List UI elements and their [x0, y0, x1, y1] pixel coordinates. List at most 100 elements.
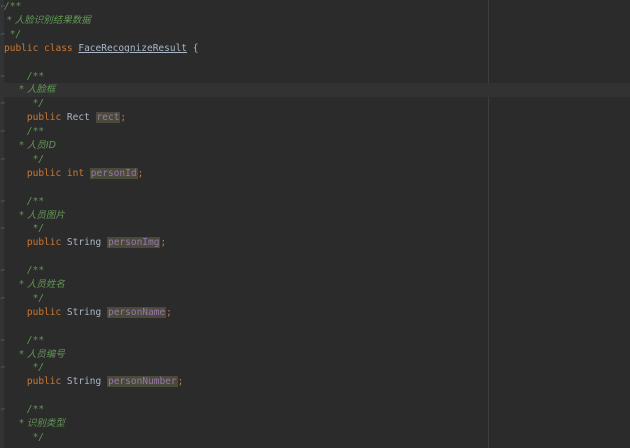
doc-comment: * 人员ID	[4, 140, 56, 151]
semicolon: ;	[160, 237, 167, 249]
code-line[interactable]: ⌐ */	[0, 292, 630, 306]
code-content: * 人脸识别结果数据	[4, 14, 91, 28]
doc-comment: /**	[4, 70, 45, 82]
type-name: String	[66, 306, 107, 318]
code-line[interactable]: ⌐ */	[0, 222, 630, 236]
type-name: String	[66, 376, 107, 388]
class-name: FaceRecognizeResult	[78, 42, 188, 54]
doc-comment: */	[4, 292, 45, 304]
doc-comment: */	[4, 431, 45, 443]
code-content: */	[4, 153, 44, 167]
semicolon: ;	[177, 376, 184, 388]
doc-comment: * 人脸识别结果数据	[4, 14, 91, 26]
type-name: Rect	[66, 112, 96, 124]
code-content: */	[4, 431, 44, 445]
code-line[interactable]	[0, 250, 630, 264]
code-line[interactable]: */	[0, 431, 630, 445]
semicolon: ;	[120, 112, 127, 124]
keyword: public	[4, 306, 67, 318]
doc-comment: */	[4, 362, 45, 374]
doc-comment: * 人脸框	[4, 84, 56, 96]
code-line[interactable]: * 识别类型	[0, 417, 630, 431]
code-content: * 人员图片	[4, 209, 65, 223]
code-line[interactable]	[0, 56, 630, 70]
code-content: * 人员ID	[4, 139, 56, 153]
code-content: /**	[4, 70, 44, 84]
doc-comment: */	[4, 153, 45, 165]
code-content: */	[4, 361, 44, 375]
code-line[interactable]	[0, 320, 630, 334]
code-line[interactable]: ⌐ */	[0, 28, 630, 42]
code-content: * 人员姓名	[4, 278, 65, 292]
code-content: /**	[4, 195, 44, 209]
code-content: * 识别类型	[4, 417, 65, 431]
code-content: * 人脸框	[4, 83, 55, 97]
code-line[interactable]: ⌐ */	[0, 153, 630, 167]
doc-comment: * 人员图片	[4, 209, 65, 221]
semicolon: ;	[137, 167, 144, 179]
code-content: * 人员编号	[4, 348, 65, 362]
code-content: public Rect rect;	[4, 111, 126, 125]
code-line[interactable]: public String personImg;	[0, 236, 630, 250]
doc-comment: */	[4, 223, 45, 235]
code-line[interactable]: * 人员图片	[0, 209, 630, 223]
code-content: /**	[4, 334, 44, 348]
code-content: */	[4, 292, 44, 306]
doc-comment: */	[4, 28, 22, 40]
code-line[interactable]: * 人员编号	[0, 348, 630, 362]
doc-comment: * 识别类型	[4, 418, 65, 429]
code-line[interactable]: ⌐ /**	[0, 334, 630, 348]
code-content: /**	[4, 264, 44, 278]
code-line[interactable]: public Rect rect;	[0, 111, 630, 125]
doc-comment: /**	[4, 265, 45, 277]
doc-comment: /**	[4, 126, 45, 138]
keyword: public	[4, 376, 67, 388]
code-line[interactable]: ⌐ /**	[0, 125, 630, 139]
code-line[interactable]: ⌐/**	[0, 0, 630, 14]
doc-comment: /**	[4, 195, 45, 207]
doc-comment: /**	[4, 334, 45, 346]
code-line[interactable]: ⌐ /**	[0, 403, 630, 417]
code-content: /**	[4, 403, 44, 417]
code-line[interactable]: * 人员ID	[0, 139, 630, 153]
code-content: public String personName;	[4, 306, 172, 320]
code-content: public class FaceRecognizeResult {	[4, 42, 198, 56]
code-line[interactable]: public class FaceRecognizeResult {	[0, 42, 630, 56]
doc-comment: */	[4, 98, 45, 110]
code-line[interactable]: ⌐ */	[0, 361, 630, 375]
code-content: */	[4, 97, 44, 111]
code-line[interactable]: * 人员姓名	[0, 278, 630, 292]
field-name: personId	[89, 167, 138, 179]
code-line[interactable]: ⌐ /**	[0, 70, 630, 84]
keyword: public int	[4, 167, 90, 179]
field-name: personNumber	[106, 376, 178, 388]
code-content: public String personImg;	[4, 236, 166, 250]
brace: {	[187, 42, 199, 54]
doc-comment: /**	[4, 1, 22, 12]
code-line[interactable]	[0, 389, 630, 403]
type-name: String	[66, 237, 107, 249]
doc-comment: * 人员编号	[4, 348, 65, 360]
code-content: /**	[4, 125, 44, 139]
semicolon: ;	[166, 306, 172, 318]
code-line[interactable]: * 人脸识别结果数据	[0, 14, 630, 28]
code-line[interactable]: * 人脸框	[0, 83, 630, 98]
code-line[interactable]: ⌐ /**	[0, 195, 630, 209]
code-content: public String personNumber;	[4, 375, 183, 389]
field-name: rect	[95, 112, 121, 124]
code-editor[interactable]: ⌐/** * 人脸识别结果数据 ⌐ */public class FaceReco…	[0, 0, 630, 448]
code-content: */	[4, 222, 44, 236]
code-line[interactable]: public int personId;	[0, 167, 630, 181]
code-content: /**	[4, 0, 21, 14]
code-line[interactable]: ⌐ /**	[0, 264, 630, 278]
code-line[interactable]: public String personNumber;	[0, 375, 630, 389]
code-line[interactable]	[0, 181, 630, 195]
code-line[interactable]: ⌐ */	[0, 97, 630, 111]
keyword: public	[4, 112, 67, 124]
doc-comment: /**	[4, 404, 45, 416]
code-content: public int personId;	[4, 167, 143, 181]
code-line[interactable]: public String personName;	[0, 306, 630, 320]
code-content: */	[4, 28, 21, 42]
doc-comment: * 人员姓名	[4, 279, 65, 290]
keyword: public class	[4, 42, 79, 54]
